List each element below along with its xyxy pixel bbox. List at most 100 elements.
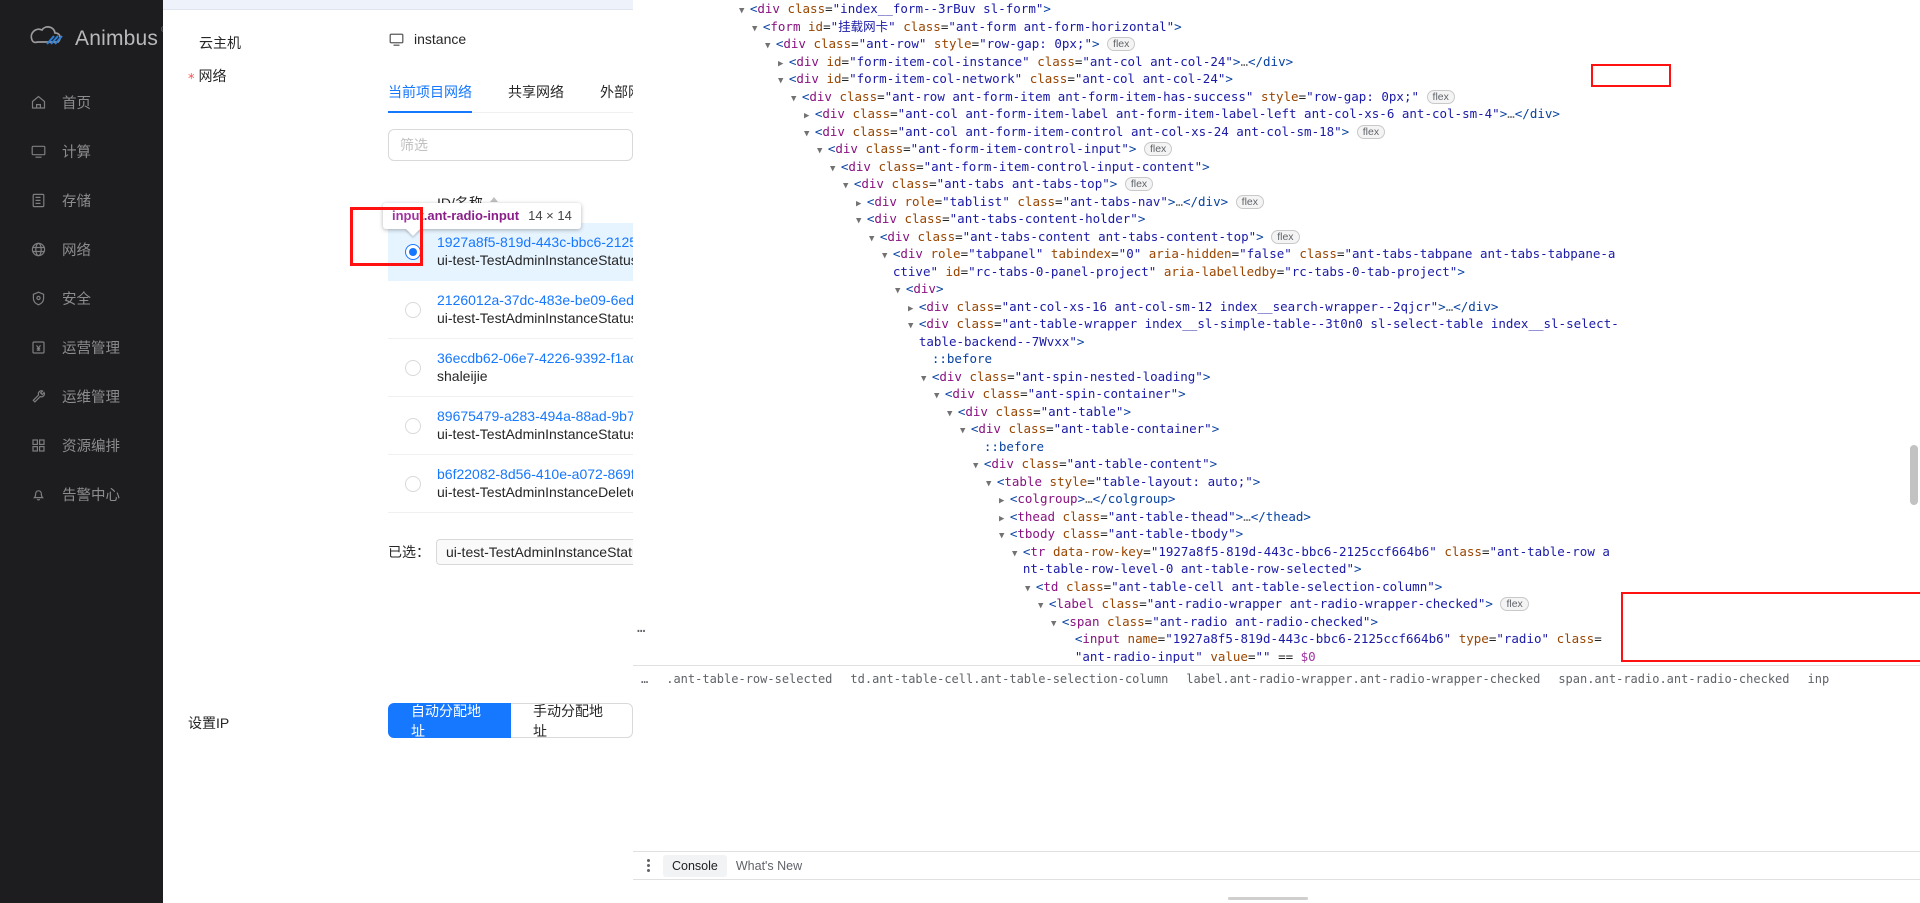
dom-tree-line[interactable]: ▼ <tbody class="ant-table-tbody">	[633, 525, 1920, 543]
disclosure-triangle-icon[interactable]: ▶	[908, 304, 919, 314]
disclosure-triangle-icon[interactable]	[1064, 636, 1075, 646]
row-radio-cell[interactable]	[388, 476, 437, 492]
disclosure-triangle-icon[interactable]: ▼	[1012, 549, 1023, 559]
row-radio-cell[interactable]	[388, 360, 437, 376]
sidebar-item-maintenance[interactable]: 运维管理	[0, 372, 163, 421]
radio-button[interactable]	[405, 476, 421, 492]
disclosure-triangle-icon[interactable]	[1064, 654, 1075, 664]
dom-tree-line[interactable]: ▼ <div class="ant-table-container">	[633, 420, 1920, 438]
dom-tree-line[interactable]: ▼ <div role="tabpanel" tabindex="0" aria…	[633, 245, 1920, 263]
sidebar-item-network[interactable]: 网络	[0, 225, 163, 274]
dom-tree-line[interactable]: ▼ <div class="ant-table-wrapper index__s…	[633, 315, 1920, 333]
dom-tree-line[interactable]: ctive" id="rc-tabs-0-panel-project" aria…	[633, 263, 1920, 281]
brand-logo[interactable]: Animbus®	[0, 0, 163, 78]
disclosure-triangle-icon[interactable]	[908, 339, 919, 349]
dom-tree-line[interactable]: ▼ <div class="ant-tabs ant-tabs-top"> fl…	[633, 175, 1920, 193]
table-row[interactable]: 89675479-a283-494a-88ad-9b773f225 ui-tes…	[388, 397, 633, 455]
dom-tree-line[interactable]: ▼ <div class="ant-col ant-form-item-cont…	[633, 123, 1920, 141]
dom-tree-line[interactable]: nt-table-row-level-0 ant-table-row-selec…	[633, 560, 1920, 578]
disclosure-triangle-icon[interactable]: ▼	[778, 76, 789, 86]
dom-tree-line[interactable]: ▼ <div id="form-item-col-network" class=…	[633, 70, 1920, 88]
disclosure-triangle-icon[interactable]	[921, 356, 932, 366]
disclosure-triangle-icon[interactable]: ▼	[882, 251, 893, 261]
dom-tree-line[interactable]: ▶ <div id="form-item-col-instance" class…	[633, 53, 1920, 71]
disclosure-triangle-icon[interactable]: ▶	[999, 496, 1010, 506]
dom-tree-line[interactable]: ▼ <div class="ant-tabs-content ant-tabs-…	[633, 228, 1920, 246]
filter-input[interactable]: 筛选	[388, 129, 633, 161]
dom-tree-line[interactable]: ▼ <div class="ant-row" style="row-gap: 0…	[633, 35, 1920, 53]
tab-current-project-network[interactable]: 当前项目网络	[388, 74, 472, 112]
dom-tree-line[interactable]: ▼ <div class="ant-table-content">	[633, 455, 1920, 473]
dom-tree-line[interactable]: ▼ <div class="ant-form-item-control-inpu…	[633, 158, 1920, 176]
dom-tree-line[interactable]: ▼ <div class="ant-tabs-content-holder">	[633, 210, 1920, 228]
disclosure-triangle-icon[interactable]: ▼	[1025, 584, 1036, 594]
tab-shared-network[interactable]: 共享网络	[508, 74, 564, 112]
disclosure-triangle-icon[interactable]: ▼	[791, 94, 802, 104]
breadcrumb-item[interactable]: span.ant-radio.ant-radio-checked	[1549, 672, 1798, 686]
disclosure-triangle-icon[interactable]: ▼	[921, 374, 932, 384]
disclosure-triangle-icon[interactable]	[882, 269, 893, 279]
breadcrumb-ellipsis[interactable]: …	[633, 672, 657, 686]
disclosure-triangle-icon[interactable]: ▼	[999, 531, 1010, 541]
dom-tree-line[interactable]: table-backend--7Wvxx">	[633, 333, 1920, 351]
table-row[interactable]: 36ecdb62-06e7-4226-9392-f1ac3da0f1 shale…	[388, 339, 633, 397]
dom-tree-line[interactable]: ▶ <div role="tablist" class="ant-tabs-na…	[633, 193, 1920, 211]
dom-tree-line[interactable]: ▼ <div class="ant-row ant-form-item ant-…	[633, 88, 1920, 106]
sidebar-item-compute[interactable]: 计算	[0, 127, 163, 176]
disclosure-triangle-icon[interactable]: ▶	[778, 59, 789, 69]
disclosure-triangle-icon[interactable]: ▼	[908, 321, 919, 331]
sidebar-item-alerts[interactable]: 告警中心	[0, 470, 163, 519]
sidebar-item-storage[interactable]: 存储	[0, 176, 163, 225]
breadcrumb-item[interactable]: .ant-table-row-selected	[657, 672, 841, 686]
manual-allocate-address-button[interactable]: 手动分配地址	[511, 703, 633, 738]
table-row[interactable]: b6f22082-8d56-410e-a072-869fc4aedd ui-te…	[388, 455, 633, 513]
dom-tree-line[interactable]: ▼ <div class="index__form--3rBuv sl-form…	[633, 0, 1920, 18]
radio-button[interactable]	[405, 418, 421, 434]
disclosure-triangle-icon[interactable]: ▼	[1038, 601, 1049, 611]
radio-button[interactable]	[405, 360, 421, 376]
tab-external-network[interactable]: 外部网络	[600, 74, 633, 112]
sidebar-item-operations[interactable]: 运营管理	[0, 323, 163, 372]
table-row[interactable]: 2126012a-37dc-483e-be09-6edbea94f ui-tes…	[388, 281, 633, 339]
disclosure-triangle-icon[interactable]: ▼	[869, 234, 880, 244]
disclosure-triangle-icon[interactable]: ▼	[947, 409, 958, 419]
sidebar-item-orchestration[interactable]: 资源编排	[0, 421, 163, 470]
dom-tree-line[interactable]: ▼ <div class="ant-spin-nested-loading">	[633, 368, 1920, 386]
dom-tree-line[interactable]: ::before	[633, 350, 1920, 368]
disclosure-triangle-icon[interactable]: ▼	[843, 181, 854, 191]
disclosure-triangle-icon[interactable]: ▼	[856, 216, 867, 226]
dom-tree-line[interactable]: ▼ <tr data-row-key="1927a8f5-819d-443c-b…	[633, 543, 1920, 561]
row-id[interactable]: b6f22082-8d56-410e-a072-869fc4aedd	[437, 466, 633, 482]
breadcrumb-item[interactable]: label.ant-radio-wrapper.ant-radio-wrappe…	[1177, 672, 1549, 686]
row-id[interactable]: 2126012a-37dc-483e-be09-6edbea94f	[437, 292, 633, 308]
disclosure-triangle-icon[interactable]	[973, 444, 984, 454]
disclosure-triangle-icon[interactable]: ▼	[973, 461, 984, 471]
tab-console[interactable]: Console	[663, 855, 727, 877]
dom-tree-line[interactable]: ▼ <div>	[633, 280, 1920, 298]
breadcrumb-item[interactable]: td.ant-table-cell.ant-table-selection-co…	[841, 672, 1177, 686]
radio-button[interactable]	[405, 302, 421, 318]
dom-tree-line[interactable]: ▶ <div class="ant-col ant-form-item-labe…	[633, 105, 1920, 123]
disclosure-triangle-icon[interactable]: ▼	[830, 164, 841, 174]
disclosure-triangle-icon[interactable]: ▼	[934, 391, 945, 401]
disclosure-triangle-icon[interactable]: ▼	[804, 129, 815, 139]
row-id[interactable]: 36ecdb62-06e7-4226-9392-f1ac3da0f1	[437, 350, 633, 366]
disclosure-triangle-icon[interactable]: ▼	[739, 6, 750, 16]
dom-tree-line[interactable]: ▶ <div class="ant-col-xs-16 ant-col-sm-1…	[633, 298, 1920, 316]
disclosure-triangle-icon[interactable]: ▼	[895, 286, 906, 296]
table-row[interactable]: 1927a8f5-819d-443c-bbc6-2125ccf664b6 ui-…	[388, 223, 633, 281]
disclosure-triangle-icon[interactable]: ▼	[960, 426, 971, 436]
dom-tree-pane[interactable]: ▼ <div class="index__form--3rBuv sl-form…	[633, 0, 1920, 663]
disclosure-triangle-icon[interactable]: ▼	[1051, 619, 1062, 629]
dom-tree-line[interactable]: ▼ <form id="挂载网卡" class="ant-form ant-fo…	[633, 18, 1920, 36]
dom-tree-line[interactable]: ::before	[633, 438, 1920, 456]
dom-tree-line[interactable]: ▼ <div class="ant-spin-container">	[633, 385, 1920, 403]
disclosure-triangle-icon[interactable]: ▶	[999, 514, 1010, 524]
dom-tree-line[interactable]: ▼ <div class="ant-table">	[633, 403, 1920, 421]
dom-tree-line[interactable]: ▼ <table style="table-layout: auto;">	[633, 473, 1920, 491]
disclosure-triangle-icon[interactable]	[1012, 566, 1023, 576]
row-id[interactable]: 89675479-a283-494a-88ad-9b773f225	[437, 408, 633, 424]
dom-scrollbar-thumb[interactable]	[1910, 445, 1918, 505]
sidebar-item-security[interactable]: 安全	[0, 274, 163, 323]
row-radio-cell[interactable]	[388, 418, 437, 434]
